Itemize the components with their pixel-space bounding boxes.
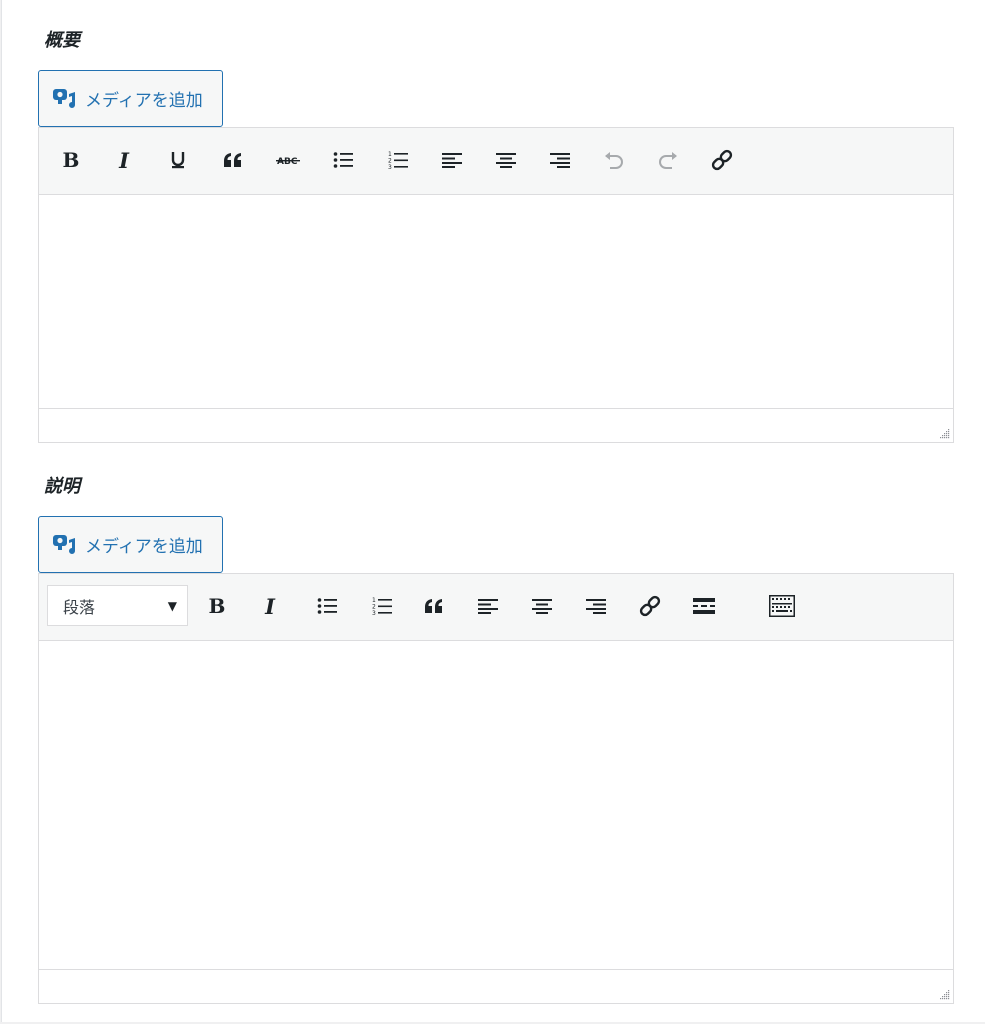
numbered-list-icon[interactable]: 123 — [365, 589, 399, 623]
svg-text:3: 3 — [388, 164, 392, 170]
align-left-icon[interactable] — [471, 589, 505, 623]
link-icon[interactable] — [705, 143, 739, 177]
section-title-description: 説明 — [44, 476, 80, 497]
section-title-summary: 概要 — [44, 30, 80, 51]
toolbar-toggle-icon[interactable] — [765, 589, 799, 623]
editor-toolbar: B I ABC 123 — [39, 128, 953, 195]
align-left-icon[interactable] — [435, 143, 469, 177]
editor-description: 段落 ▼ B I 123 — [38, 573, 954, 1004]
align-center-icon[interactable] — [525, 589, 559, 623]
redo-icon[interactable] — [651, 143, 685, 177]
format-select[interactable]: 段落 ▼ — [47, 585, 188, 626]
resize-handle-icon[interactable] — [938, 988, 950, 1000]
format-select-value: 段落 — [63, 597, 96, 617]
bold-button[interactable]: B — [200, 589, 234, 623]
blockquote-icon[interactable] — [216, 143, 250, 177]
strikethrough-icon[interactable]: ABC — [271, 143, 305, 177]
editor-content-area[interactable] — [39, 641, 953, 969]
link-icon[interactable] — [633, 589, 667, 623]
editor-summary: B I ABC 123 — [38, 127, 954, 443]
chevron-down-icon: ▼ — [167, 598, 177, 613]
editor-statusbar — [39, 969, 953, 1003]
bullet-list-icon[interactable] — [326, 143, 360, 177]
add-media-button[interactable]: メディアを追加 — [38, 70, 223, 127]
bullet-list-icon[interactable] — [310, 589, 344, 623]
italic-button[interactable]: I — [253, 589, 287, 623]
custom-fields-panel: 概要 メディアを追加 B I ABC 1 2 3 説明 メディアを追加 段落 ▼… — [1, 0, 985, 1022]
editor-statusbar — [39, 408, 953, 442]
align-right-icon[interactable] — [579, 589, 613, 623]
undo-icon[interactable] — [597, 143, 631, 177]
add-media-button[interactable]: メディアを追加 — [38, 516, 223, 573]
bold-button[interactable]: B — [54, 143, 88, 177]
read-more-icon[interactable] — [687, 589, 721, 623]
svg-text:3: 3 — [372, 610, 376, 616]
add-media-label: メディアを追加 — [85, 91, 203, 111]
align-center-icon[interactable] — [489, 143, 523, 177]
editor-toolbar: 段落 ▼ B I 123 — [39, 574, 953, 641]
media-icon — [51, 532, 77, 558]
editor-content-area[interactable] — [39, 195, 953, 408]
align-right-icon[interactable] — [543, 143, 577, 177]
underline-icon[interactable] — [161, 143, 195, 177]
italic-button[interactable]: I — [107, 143, 141, 177]
svg-text:ABC: ABC — [277, 157, 298, 167]
add-media-label: メディアを追加 — [85, 537, 203, 557]
blockquote-icon[interactable] — [417, 589, 451, 623]
media-icon — [51, 86, 77, 112]
resize-handle-icon[interactable] — [938, 427, 950, 439]
numbered-list-icon[interactable]: 123 — [381, 143, 415, 177]
